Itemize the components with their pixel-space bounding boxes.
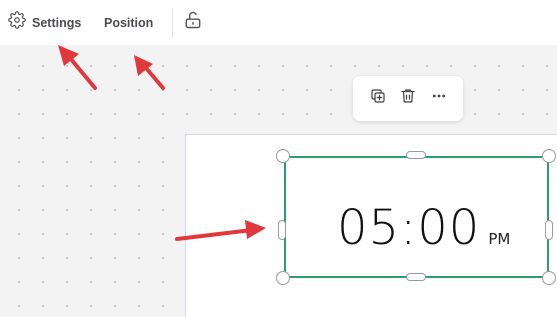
more-icon [431,88,447,109]
resize-handle-top-right[interactable] [542,149,556,163]
resize-handle-top[interactable] [406,151,426,159]
position-label: Position [104,15,154,30]
settings-button[interactable]: Settings [8,0,81,45]
trash-icon [399,87,417,110]
more-options-button[interactable] [427,87,451,111]
resize-handle-left[interactable] [278,220,286,240]
gear-icon [8,11,26,34]
toolbar-divider [172,8,173,38]
resize-handle-top-left[interactable] [276,149,290,163]
clock-ampm: PM [488,230,511,248]
element-floating-toolbar [353,76,463,121]
top-toolbar: Settings Position [0,0,557,45]
clock-display: 05:00 PM [337,198,510,254]
clock-time: 05:00 [337,200,481,256]
lock-toggle-button[interactable] [182,0,204,45]
delete-button[interactable] [396,87,420,111]
resize-handle-right[interactable] [545,220,553,240]
resize-handle-bottom-left[interactable] [276,271,290,285]
duplicate-button[interactable] [366,87,390,111]
position-button[interactable]: Position [104,0,153,45]
resize-handle-bottom-right[interactable] [542,271,556,285]
resize-handle-bottom[interactable] [406,273,426,281]
settings-label: Settings [32,15,82,30]
duplicate-icon [369,87,387,110]
unlock-icon [183,10,203,35]
